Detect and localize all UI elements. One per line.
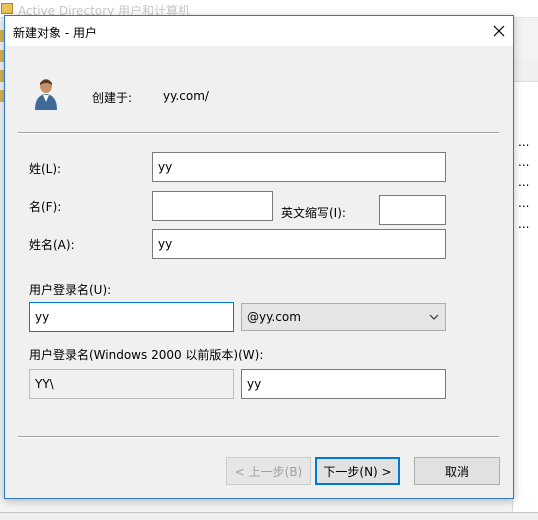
- pre2000-logon-label: 用户登录名(Windows 2000 以前版本)(W):: [29, 348, 264, 362]
- background-statusbar: [0, 512, 538, 520]
- new-user-dialog: 新建对象 - 用户 创建于: yy.com/ 姓(L): yy 名(F): 英文…: [4, 15, 514, 499]
- close-icon: [493, 25, 505, 37]
- folder-icon: [1, 3, 13, 14]
- close-button[interactable]: [485, 16, 513, 46]
- back-button[interactable]: < 上一步(B): [226, 457, 311, 485]
- full-name-input[interactable]: yy: [152, 229, 446, 259]
- upn-suffix-select[interactable]: @yy.com: [241, 303, 446, 331]
- user-icon: [35, 79, 57, 110]
- pre2000-domain-field: YY\: [29, 369, 234, 399]
- dialog-title: 新建对象 - 用户: [13, 26, 97, 40]
- pre2000-logon-input[interactable]: yy: [241, 369, 446, 399]
- created-in-label: 创建于:: [92, 91, 133, 105]
- full-name-label: 姓名(A):: [29, 238, 75, 252]
- separator: [18, 132, 499, 134]
- logon-name-input[interactable]: yy: [29, 302, 234, 332]
- first-name-input[interactable]: [152, 191, 273, 221]
- separator: [18, 436, 499, 438]
- initials-input[interactable]: [379, 195, 446, 225]
- list-item-truncated: ...: [518, 196, 530, 210]
- dialog-titlebar[interactable]: 新建对象 - 用户: [5, 16, 513, 46]
- first-name-label: 名(F):: [29, 200, 62, 214]
- chevron-down-icon: [429, 314, 439, 320]
- list-item-truncated: ...: [518, 155, 530, 169]
- list-item-truncated: ...: [518, 135, 530, 149]
- initials-label: 英文缩写(I):: [281, 206, 346, 220]
- background-toolbar: [512, 60, 538, 82]
- logon-name-label: 用户登录名(U):: [29, 283, 112, 297]
- last-name-label: 姓(L):: [29, 162, 62, 176]
- list-item-truncated: ...: [518, 175, 530, 189]
- created-in-value: yy.com/: [163, 89, 209, 103]
- list-item-truncated: ...: [518, 217, 530, 231]
- next-button[interactable]: 下一步(N) >: [315, 457, 400, 485]
- last-name-input[interactable]: yy: [152, 152, 446, 182]
- cancel-button[interactable]: 取消: [414, 457, 500, 485]
- upn-suffix-value: @yy.com: [247, 310, 301, 324]
